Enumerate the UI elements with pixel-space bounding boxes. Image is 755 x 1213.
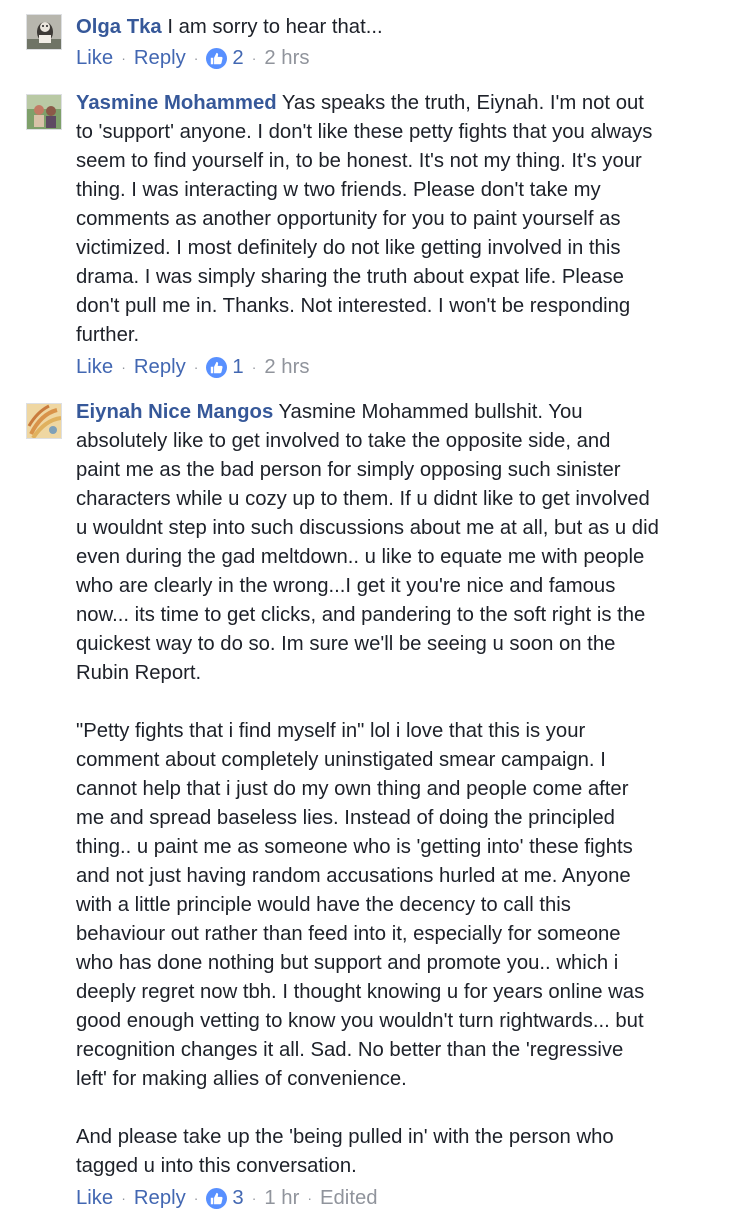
comment-line: good enough vetting to know you wouldn't… bbox=[76, 1010, 644, 1032]
comment-line: "Petty fights that i find myself in" lol… bbox=[76, 720, 586, 742]
like-link[interactable]: Like bbox=[76, 1184, 113, 1213]
comment-line: comments as another opportunity for you … bbox=[76, 208, 621, 230]
comment-author[interactable]: Eiynah Nice Mangos bbox=[76, 401, 273, 423]
comment: Olga Tka I am sorry to hear that... Like… bbox=[0, 13, 755, 73]
comment-line: Yas speaks the truth, Eiynah. I'm not ou… bbox=[281, 92, 644, 114]
comment-line: who has done nothing but support and pro… bbox=[76, 952, 619, 974]
comment: Eiynah Nice Mangos Yasmine Mohammed bull… bbox=[0, 398, 755, 1213]
comment-line: paint me as the bad person for simply op… bbox=[76, 459, 621, 481]
like-count: 3 bbox=[232, 1187, 244, 1209]
avatar[interactable] bbox=[26, 94, 62, 130]
like-count: 2 bbox=[232, 47, 244, 69]
comment-line: quickest way to do so. Im sure we'll be … bbox=[76, 633, 616, 655]
separator: · bbox=[121, 50, 126, 66]
comment-actions: Like · Reply · 1 · 2 hrs bbox=[76, 353, 741, 382]
comment-text: Eiynah Nice Mangos Yasmine Mohammed bull… bbox=[76, 398, 741, 1181]
edited-label[interactable]: Edited bbox=[320, 1184, 378, 1213]
avatar-image bbox=[27, 95, 61, 129]
comment-line: thing.. u paint me as someone who is 'ge… bbox=[76, 836, 633, 858]
avatar-image bbox=[27, 404, 61, 438]
comment-line: further. bbox=[76, 324, 140, 346]
comment-body: I am sorry to hear that... bbox=[167, 16, 383, 38]
thumbs-up-icon bbox=[206, 48, 228, 69]
comment-author[interactable]: Olga Tka bbox=[76, 16, 162, 38]
separator: · bbox=[251, 359, 257, 375]
comment-line: And please take up the 'being pulled in'… bbox=[76, 1126, 614, 1148]
comment: Yasmine Mohammed Yas speaks the truth, E… bbox=[0, 89, 755, 382]
reply-link[interactable]: Reply bbox=[134, 353, 186, 382]
comment-line: deeply regret now tbh. I thought knowing… bbox=[76, 981, 645, 1003]
comment-line: behaviour out rather than feed into it, … bbox=[76, 923, 621, 945]
comment-line: drama. I was simply sharing the truth ab… bbox=[76, 266, 624, 288]
comment-line: u wouldnt step into such discussions abo… bbox=[76, 517, 659, 539]
like-link[interactable]: Like bbox=[76, 353, 113, 382]
comment-line: victimized. I most definitely do not lik… bbox=[76, 237, 621, 259]
separator: · bbox=[193, 1190, 199, 1206]
comment-text: Olga Tka I am sorry to hear that... bbox=[76, 13, 741, 42]
avatar-image bbox=[27, 15, 61, 49]
reply-link[interactable]: Reply bbox=[134, 1184, 186, 1213]
comment-line: comment about completely uninstigated sm… bbox=[76, 749, 606, 771]
separator: · bbox=[121, 1190, 126, 1206]
thumbs-up-icon bbox=[206, 357, 228, 378]
comment-line: even during the gad meltdown.. u like to… bbox=[76, 546, 645, 568]
like-count-badge[interactable]: 3 bbox=[206, 1184, 244, 1213]
separator: · bbox=[251, 1190, 257, 1206]
avatar[interactable] bbox=[26, 403, 62, 439]
comment-line: recognition changes it all. Sad. No bett… bbox=[76, 1039, 624, 1061]
like-count-badge[interactable]: 1 bbox=[206, 353, 244, 382]
comment-author[interactable]: Yasmine Mohammed bbox=[76, 92, 277, 114]
comment-line: left' for making allies of convenience. bbox=[76, 1068, 407, 1090]
thumbs-up-icon bbox=[206, 1188, 228, 1209]
comment-line: who are clearly in the wrong...I get it … bbox=[76, 575, 616, 597]
separator: · bbox=[121, 359, 126, 375]
separator: · bbox=[307, 1190, 312, 1206]
comment-line: don't pull me in. Thanks. Not interested… bbox=[76, 295, 631, 317]
like-count: 1 bbox=[232, 356, 244, 378]
reply-link[interactable]: Reply bbox=[134, 44, 186, 73]
separator: · bbox=[193, 50, 199, 66]
comment-line: characters while u cozy up to them. If u… bbox=[76, 488, 650, 510]
timestamp[interactable]: 2 hrs bbox=[264, 353, 309, 382]
comment-line: and not just having random accusations h… bbox=[76, 865, 631, 887]
comment-text: Yasmine Mohammed Yas speaks the truth, E… bbox=[76, 89, 741, 350]
timestamp[interactable]: 1 hr bbox=[264, 1184, 299, 1213]
comment-line: to 'support' anyone. I don't like these … bbox=[76, 121, 653, 143]
like-count-badge[interactable]: 2 bbox=[206, 44, 244, 73]
comment-line: tagged u into this conversation. bbox=[76, 1155, 357, 1177]
comment-line: cannot help that i just do my own thing … bbox=[76, 778, 629, 800]
comment-line: Rubin Report. bbox=[76, 662, 202, 684]
comment-line: absolutely like to get involved to take … bbox=[76, 430, 611, 452]
separator: · bbox=[193, 359, 199, 375]
comment-line: seem to find yourself in, to be honest. … bbox=[76, 150, 642, 172]
timestamp[interactable]: 2 hrs bbox=[264, 44, 309, 73]
comment-line: with a little principle would have the d… bbox=[76, 894, 571, 916]
comment-line: thing. I was interacting w two friends. … bbox=[76, 179, 601, 201]
comment-line: me and spread baseless lies. Instead of … bbox=[76, 807, 615, 829]
separator: · bbox=[251, 50, 257, 66]
comment-line: Yasmine Mohammed bullshit. You bbox=[278, 401, 583, 423]
like-link[interactable]: Like bbox=[76, 44, 113, 73]
avatar[interactable] bbox=[26, 14, 62, 50]
comment-actions: Like · Reply · 3 · 1 hr · Edited bbox=[76, 1184, 741, 1213]
comment-line: now... its time to get clicks, and pande… bbox=[76, 604, 646, 626]
comment-actions: Like · Reply · 2 · 2 hrs bbox=[76, 44, 741, 73]
